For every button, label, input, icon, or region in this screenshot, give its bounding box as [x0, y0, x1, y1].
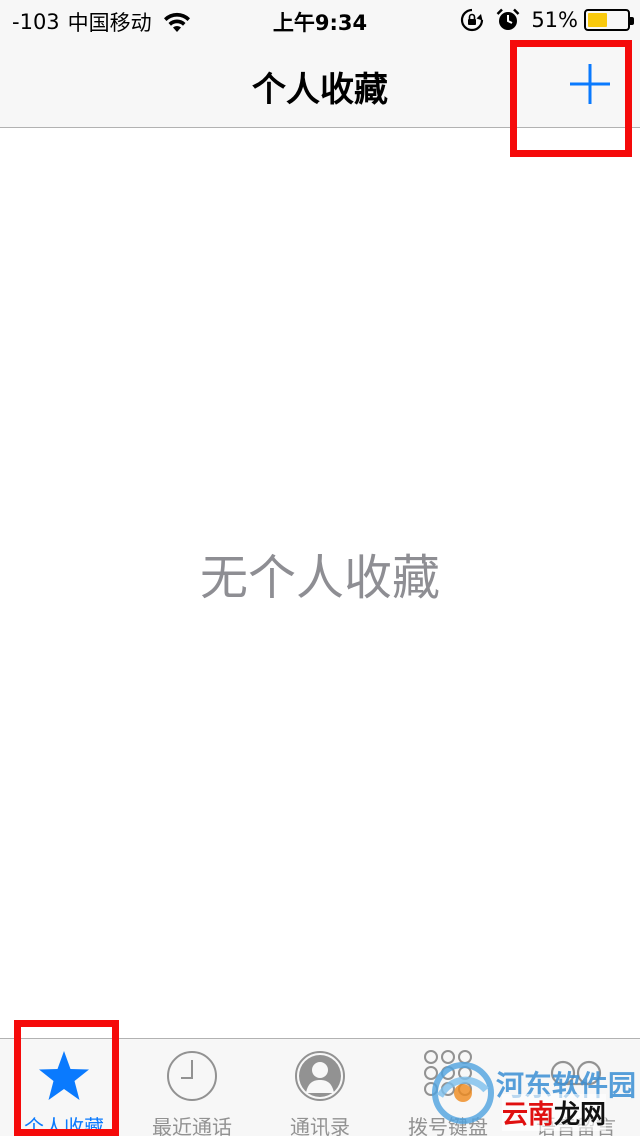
tab-contacts[interactable]: 通讯录 — [256, 1039, 384, 1136]
battery-percent: 51% — [531, 8, 578, 32]
battery-icon — [584, 9, 634, 31]
watermark-subtitle-red: 云南 — [502, 1100, 555, 1130]
highlight-box-add — [510, 40, 632, 157]
highlight-box-favorites-tab — [14, 1020, 119, 1136]
watermark: 河东软件园 云南龙网 — [430, 1060, 640, 1136]
battery-tip — [630, 17, 634, 25]
tab-label: 通讯录 — [290, 1115, 350, 1136]
alarm-icon — [496, 8, 520, 30]
tab-recents[interactable]: 最近通话 — [128, 1039, 256, 1136]
battery-fill — [588, 13, 607, 27]
empty-state-message: 无个人收藏 — [199, 550, 440, 606]
watermark-subtitle: 云南龙网 — [502, 1094, 607, 1131]
status-bar: -103 中国移动 上午9:34 51% — [0, 0, 640, 40]
tab-label: 最近通话 — [152, 1115, 232, 1136]
rotation-lock-icon — [461, 8, 484, 32]
contact-icon — [295, 1051, 345, 1101]
watermark-subtitle-rest: 龙网 — [554, 1100, 607, 1130]
clock-icon — [167, 1051, 217, 1101]
status-right: 51% — [459, 7, 634, 33]
watermark-logo-icon — [432, 1062, 494, 1124]
